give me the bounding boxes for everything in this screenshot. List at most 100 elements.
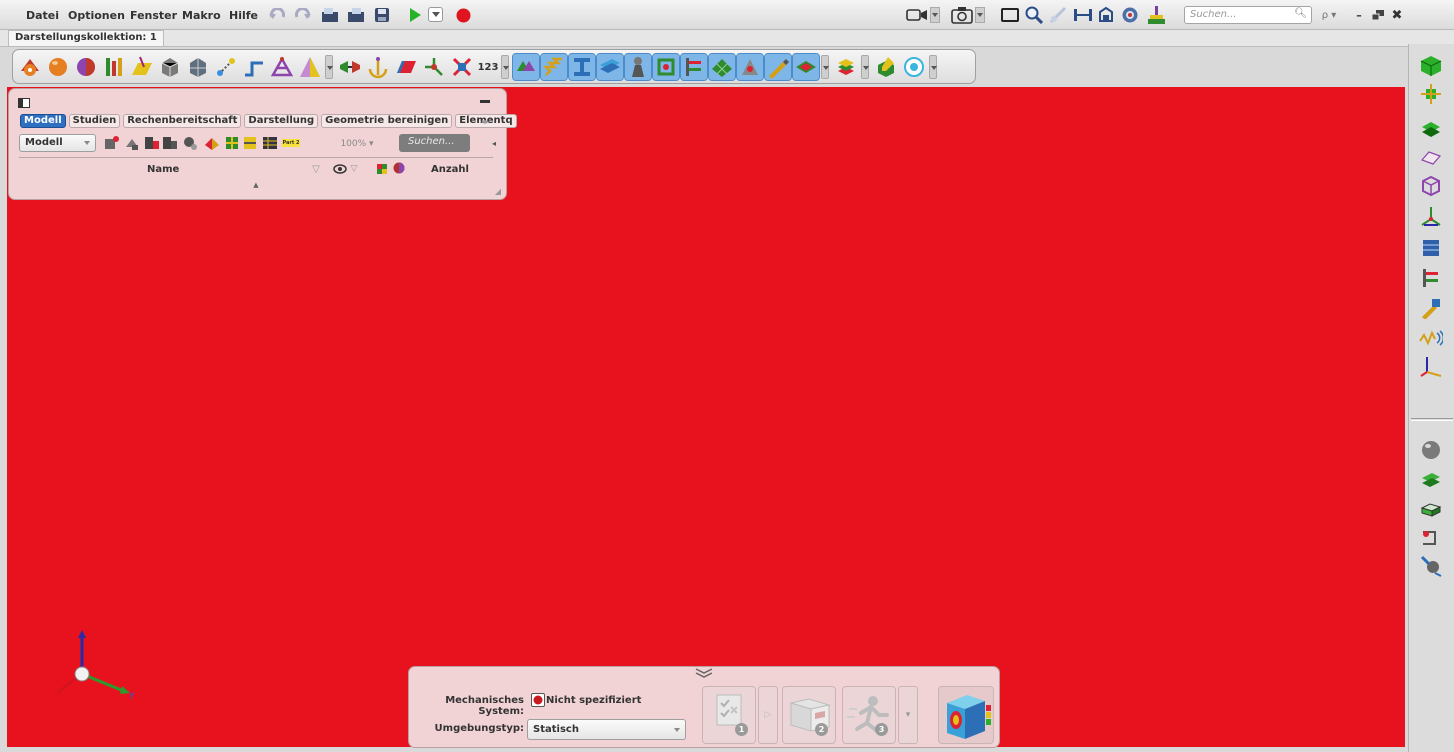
display-options-icon[interactable] bbox=[1120, 5, 1140, 25]
import-icon[interactable] bbox=[346, 6, 366, 24]
spring-icon[interactable] bbox=[540, 53, 568, 81]
surface-icon[interactable] bbox=[1417, 144, 1445, 172]
surface-load-icon[interactable] bbox=[129, 54, 155, 80]
tab-modell[interactable]: Modell bbox=[20, 114, 66, 128]
axis-system-icon[interactable] bbox=[1417, 202, 1445, 230]
measure-tool-icon[interactable] bbox=[1048, 5, 1068, 25]
close-icon[interactable]: ✖ bbox=[1389, 6, 1405, 24]
filter-icon[interactable]: ▽ bbox=[310, 163, 322, 175]
mech-system-icon[interactable] bbox=[531, 693, 545, 707]
tab-darstellung[interactable]: Darstellung bbox=[244, 114, 319, 128]
menu-fenster[interactable]: Fenster bbox=[130, 9, 177, 22]
menu-hilfe[interactable]: Hilfe bbox=[229, 9, 258, 22]
step-run-analysis[interactable]: 3 bbox=[842, 686, 896, 744]
hide-elements-icon[interactable] bbox=[161, 134, 179, 152]
expand-panel-icon[interactable]: ▲ bbox=[249, 181, 263, 189]
macro-dropdown-icon[interactable] bbox=[428, 7, 443, 22]
contact-icon[interactable] bbox=[624, 53, 652, 81]
pen-icon[interactable] bbox=[764, 53, 792, 81]
edit-solid-icon[interactable] bbox=[873, 54, 899, 80]
run-dropdown-icon[interactable]: ▾ bbox=[898, 686, 918, 744]
step-check-model[interactable]: 1 bbox=[702, 686, 756, 744]
global-search-input[interactable]: Suchen... 🔍︎ bbox=[1184, 6, 1312, 24]
video-dropdown-icon[interactable] bbox=[930, 7, 940, 23]
constraint-icon[interactable] bbox=[1417, 264, 1445, 292]
section-view-icon[interactable] bbox=[1096, 5, 1116, 25]
mesh-assembly-icon[interactable] bbox=[185, 54, 211, 80]
mesh-region-icon[interactable] bbox=[708, 53, 736, 81]
mech-system-value[interactable]: Nicht spezifiziert bbox=[546, 695, 641, 706]
connector-icon[interactable] bbox=[512, 53, 540, 81]
resize-grip-icon[interactable]: ◢ bbox=[494, 187, 502, 196]
boundary-condition-icon[interactable] bbox=[101, 54, 127, 80]
node-icon[interactable] bbox=[1417, 80, 1445, 108]
step-setup-study[interactable]: 2 bbox=[782, 686, 836, 744]
part-label-icon[interactable]: Part 2 bbox=[281, 133, 301, 153]
undo-icon[interactable] bbox=[268, 6, 288, 24]
property-dropdown[interactable] bbox=[821, 55, 829, 79]
play-macro-icon[interactable] bbox=[406, 6, 424, 24]
tab-scroll-icon[interactable]: ◂▸ bbox=[478, 116, 492, 126]
part-sphere-icon[interactable] bbox=[73, 54, 99, 80]
node-connect-icon[interactable] bbox=[213, 54, 239, 80]
panel-layout-icon[interactable] bbox=[17, 97, 31, 109]
layer-stack-icon[interactable] bbox=[1417, 116, 1445, 144]
record-macro-icon[interactable] bbox=[454, 6, 472, 24]
frame-icon[interactable] bbox=[1417, 172, 1445, 200]
layer-dropdown[interactable] bbox=[861, 55, 869, 79]
tab-studien[interactable]: Studien bbox=[68, 114, 121, 128]
menu-optionen[interactable]: Optionen bbox=[68, 9, 125, 22]
tab-geometrie-bereinigen[interactable]: Geometrie bereinigen bbox=[321, 114, 453, 128]
column-name[interactable]: Name bbox=[147, 164, 179, 175]
tab-rechenbereitschaft[interactable]: Rechenbereitschaft bbox=[123, 114, 242, 128]
browser-search-input[interactable]: Suchen... bbox=[399, 134, 470, 152]
beam-line-icon[interactable] bbox=[241, 54, 267, 80]
save-icon[interactable] bbox=[372, 6, 392, 24]
show-parts-icon[interactable] bbox=[103, 134, 121, 152]
satellite-icon[interactable] bbox=[1417, 552, 1445, 580]
geometry-dropdown[interactable] bbox=[325, 55, 333, 79]
rigid-body-icon[interactable] bbox=[652, 53, 680, 81]
material-column-icon[interactable] bbox=[392, 161, 406, 175]
coordinate-axes-icon[interactable] bbox=[1417, 352, 1445, 380]
window-icon[interactable] bbox=[1000, 6, 1020, 24]
truss-icon[interactable] bbox=[269, 54, 295, 80]
menu-makro[interactable]: Makro bbox=[182, 9, 221, 22]
document-tab[interactable]: Darstellungskollektion: 1 bbox=[8, 30, 164, 46]
redo-icon[interactable] bbox=[292, 6, 312, 24]
model-filter-combo[interactable]: Modell bbox=[19, 134, 96, 152]
table-icon[interactable] bbox=[1417, 234, 1445, 262]
results-view-button[interactable] bbox=[938, 686, 994, 744]
numbering-label[interactable]: 123 bbox=[475, 54, 501, 80]
signal-icon[interactable] bbox=[1417, 324, 1445, 352]
hide-parts-icon[interactable] bbox=[123, 134, 141, 152]
i-beam-icon[interactable] bbox=[568, 53, 596, 81]
solid-slab-icon[interactable] bbox=[1417, 496, 1445, 524]
fixed-support-icon[interactable] bbox=[449, 54, 475, 80]
anchor-icon[interactable] bbox=[365, 54, 391, 80]
analysis-dropdown[interactable] bbox=[929, 55, 937, 79]
target-icon[interactable] bbox=[901, 54, 927, 80]
isolate-icon[interactable] bbox=[181, 134, 199, 152]
plate-icon[interactable] bbox=[792, 53, 820, 81]
probe-icon[interactable] bbox=[1417, 294, 1445, 322]
pressure-icon[interactable] bbox=[393, 54, 419, 80]
point-mass-icon[interactable] bbox=[736, 53, 764, 81]
weld-icon[interactable] bbox=[1417, 524, 1445, 552]
force-arrows-icon[interactable] bbox=[421, 54, 447, 80]
dimension-icon[interactable] bbox=[1072, 6, 1094, 24]
restore-icon[interactable] bbox=[1370, 6, 1386, 24]
visibility-filter-icon[interactable]: ▽ bbox=[349, 163, 359, 175]
solid-sphere-icon[interactable] bbox=[45, 54, 71, 80]
column-count[interactable]: Anzahl bbox=[431, 164, 469, 175]
tree-collapse-icon[interactable] bbox=[241, 134, 259, 152]
cube-layers-icon[interactable] bbox=[833, 54, 859, 80]
tree-expand-icon[interactable] bbox=[223, 134, 241, 152]
mesh-part-icon[interactable] bbox=[157, 54, 183, 80]
zoom-level[interactable]: 100% ▾ bbox=[339, 137, 375, 151]
zoom-icon[interactable] bbox=[1024, 5, 1044, 25]
camera-dropdown-icon[interactable] bbox=[975, 7, 985, 23]
panel-minimize-icon[interactable] bbox=[479, 99, 491, 105]
sphere-icon[interactable] bbox=[1417, 436, 1445, 464]
color-by-part-icon[interactable] bbox=[203, 134, 221, 152]
